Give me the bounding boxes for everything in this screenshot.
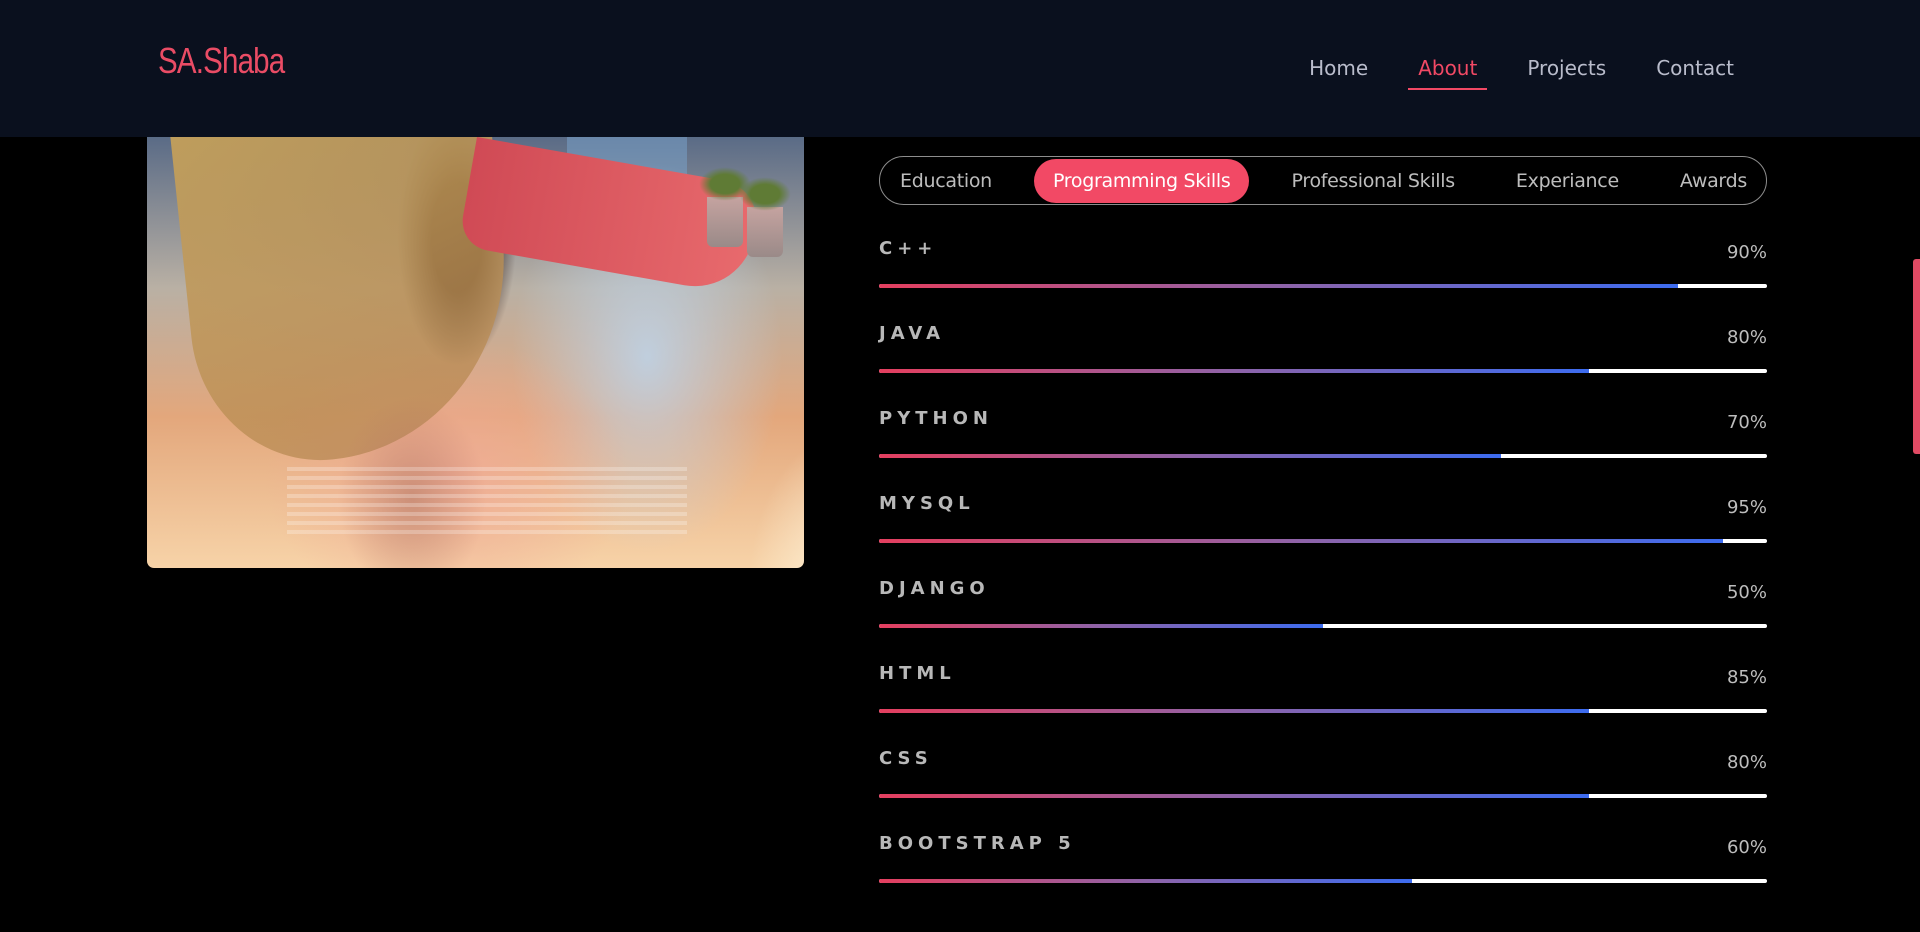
tab-professional-skills[interactable]: Professional Skills [1292,160,1456,202]
skill-item: BOOTSTRAP 5 60% [879,831,1767,916]
skill-item: MYSQL 95% [879,491,1767,576]
skill-progress-track [879,879,1767,883]
tab-programming-skills[interactable]: Programming Skills [1033,158,1250,203]
site-logo[interactable]: SA.Shaba [158,40,285,82]
skill-progress-track [879,454,1767,458]
skill-percent: 50% [1726,582,1767,603]
about-tabs: Education Programming Skills Professiona… [879,156,1767,205]
skill-percent: 95% [1726,497,1767,518]
main-nav: Home About Projects Contact [1299,52,1744,90]
skill-percent: 80% [1726,327,1767,348]
skill-progress-fill [879,794,1590,798]
skill-progress-fill [879,369,1590,373]
skill-percent: 90% [1726,242,1767,263]
skill-progress-track [879,284,1767,288]
skill-progress-fill [879,624,1323,628]
skill-progress-track [879,369,1767,373]
skill-item: CSS 80% [879,746,1767,831]
tab-experiance[interactable]: Experiance [1516,160,1619,202]
skill-name: DJANGO [879,578,990,599]
skill-name: PYTHON [879,408,993,429]
skill-progress-fill [879,284,1679,288]
skill-progress-fill [879,539,1723,543]
skill-progress-track [879,539,1767,543]
skill-progress-fill [879,709,1590,713]
nav-projects[interactable]: Projects [1517,52,1616,90]
nav-about[interactable]: About [1408,52,1488,90]
skill-progress-fill [879,879,1412,883]
skill-progress-track [879,624,1767,628]
skill-name: JAVA [879,323,946,344]
skill-item: JAVA 80% [879,321,1767,406]
tab-awards[interactable]: Awards [1680,160,1747,202]
skill-item: DJANGO 50% [879,576,1767,661]
skill-percent: 85% [1726,667,1767,688]
skill-item: C++ 90% [879,236,1767,321]
nav-contact[interactable]: Contact [1646,52,1744,90]
skill-percent: 80% [1726,752,1767,773]
skill-name: C++ [879,238,938,259]
skill-progress-track [879,794,1767,798]
skill-item: PYTHON 70% [879,406,1767,491]
site-header: SA.Shaba Home About Projects Contact [0,0,1920,137]
skill-name: CSS [879,748,933,769]
skill-name: HTML [879,663,956,684]
skill-progress-track [879,709,1767,713]
skill-item: HTML 85% [879,661,1767,746]
page-scrollbar[interactable] [1913,137,1920,932]
skill-percent: 60% [1726,837,1767,858]
skill-name: MYSQL [879,493,975,514]
scrollbar-thumb[interactable] [1913,259,1920,454]
profile-photo [147,137,804,568]
skill-name: BOOTSTRAP 5 [879,833,1076,854]
photo-plant-detail [699,167,751,247]
skill-progress-fill [879,454,1501,458]
skills-list: C++ 90% JAVA 80% PYTHON 70% MYSQL 95% DJ… [879,236,1767,916]
photo-blinds-detail [287,467,687,537]
nav-home[interactable]: Home [1299,52,1378,90]
skill-percent: 70% [1726,412,1767,433]
photo-plant-detail [739,177,791,257]
tab-education[interactable]: Education [900,160,992,202]
